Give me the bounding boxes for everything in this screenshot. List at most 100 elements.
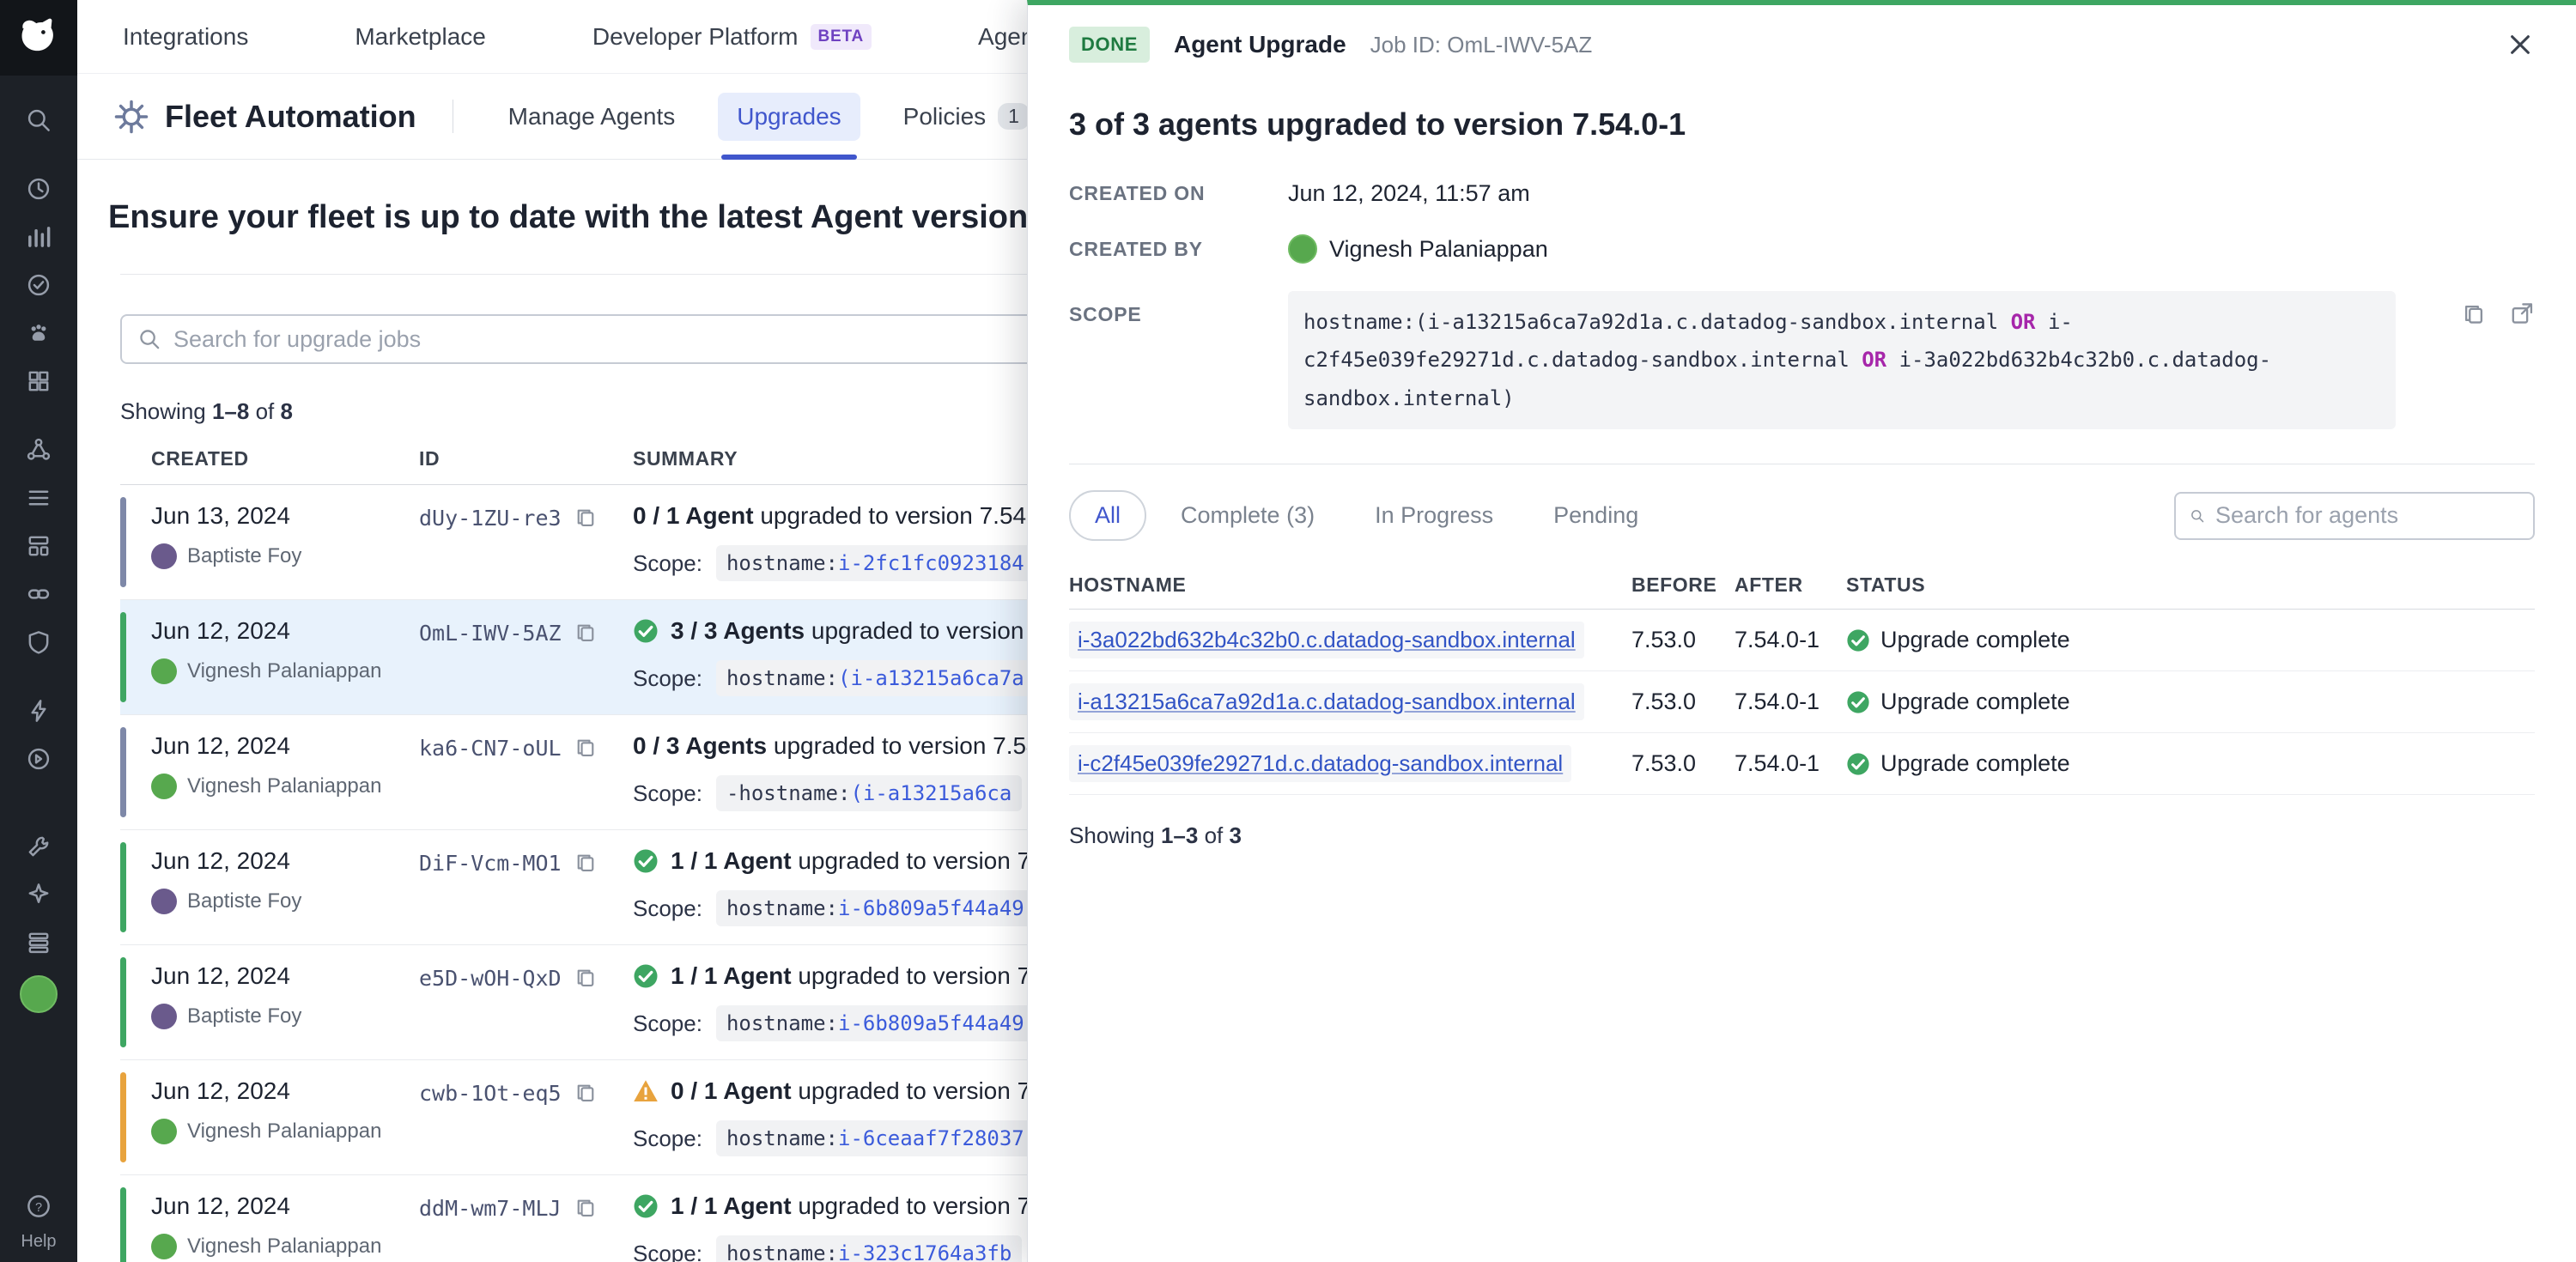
agents-search-input[interactable] xyxy=(2215,502,2519,529)
fleet-tab[interactable]: Manage Agents xyxy=(489,74,695,159)
agents-table-header: HOSTNAME BEFORE AFTER STATUS xyxy=(1069,561,2535,610)
panel-tabs: All Complete (3) In Progress Pending xyxy=(1069,490,2535,541)
ci-icon[interactable] xyxy=(20,740,58,778)
fleet-tab-label: Manage Agents xyxy=(508,103,676,130)
integrations-icon[interactable] xyxy=(20,575,58,613)
avatar xyxy=(151,1004,177,1029)
scope-label: Scope: xyxy=(633,665,702,692)
job-creator: Vignesh Palaniappan xyxy=(187,659,381,683)
fleet-tab[interactable]: Upgrades xyxy=(718,74,860,159)
agent-status: Upgrade complete xyxy=(1846,689,2535,715)
success-icon xyxy=(1846,752,1870,776)
topnav-item-label: Developer Platform xyxy=(592,23,799,51)
topnav-item[interactable]: Integrations xyxy=(123,23,248,51)
copy-icon[interactable] xyxy=(574,966,598,990)
job-status-bar xyxy=(120,957,126,1047)
job-date: Jun 12, 2024 xyxy=(151,617,419,645)
open-in-new-icon[interactable] xyxy=(2509,301,2535,327)
avatar xyxy=(1288,234,1317,264)
avatar xyxy=(151,1119,177,1144)
serverless-icon[interactable] xyxy=(20,692,58,730)
close-icon[interactable] xyxy=(2506,30,2535,59)
dashboards-icon[interactable] xyxy=(20,527,58,565)
column-created: CREATED xyxy=(151,447,419,470)
job-created-cell: Jun 12, 2024 Baptiste Foy xyxy=(151,847,419,927)
job-created-cell: Jun 12, 2024 Baptiste Foy xyxy=(151,962,419,1042)
fleet-tab-label: Upgrades xyxy=(737,103,841,130)
scope-query: hostname:i-6b809a5f44a49 xyxy=(716,890,1035,926)
job-status-bar xyxy=(120,612,126,702)
agent-after-version: 7.54.0-1 xyxy=(1735,689,1846,715)
job-date: Jun 12, 2024 xyxy=(151,847,419,875)
job-status-bar xyxy=(120,1187,126,1262)
created-on-row: CREATED ON Jun 12, 2024, 11:57 am xyxy=(1069,180,2535,207)
hostname-link[interactable]: i-c2f45e039fe29271d.c.datadog-sandbox.in… xyxy=(1069,745,1571,782)
topnav-item[interactable]: Developer Platform BETA xyxy=(592,23,872,51)
topnav-item-label: Marketplace xyxy=(355,23,486,51)
job-status-bar xyxy=(120,1072,126,1162)
panel-tab[interactable]: In Progress xyxy=(1349,490,1519,541)
job-creator: Vignesh Palaniappan xyxy=(187,774,381,798)
more-icon[interactable] xyxy=(20,924,58,962)
job-id-cell: cwb-1Ot-eq5 xyxy=(419,1077,633,1157)
search-icon[interactable] xyxy=(20,101,58,139)
copy-icon[interactable] xyxy=(574,1196,598,1220)
job-summary-text: upgraded to version 7.5 xyxy=(792,1192,1051,1219)
history-icon[interactable] xyxy=(20,170,58,208)
hostname-link[interactable]: i-3a022bd632b4c32b0.c.datadog-sandbox.in… xyxy=(1069,622,1584,658)
success-icon xyxy=(633,963,659,989)
created-by-row: CREATED BY Vignesh Palaniappan xyxy=(1069,234,2535,264)
scope-label: Scope: xyxy=(633,780,702,807)
job-status-bar xyxy=(120,842,126,932)
sidebar: ? Help xyxy=(0,0,77,1262)
agent-status: Upgrade complete xyxy=(1846,627,2535,653)
job-summary-text: upgraded to version 7.5 xyxy=(792,847,1051,874)
user-avatar[interactable] xyxy=(20,975,58,1013)
panel-tab[interactable]: Complete (3) xyxy=(1155,490,1340,541)
help-icon[interactable]: ? xyxy=(20,1187,58,1225)
warning-icon xyxy=(633,1078,659,1104)
scope-segment: OR xyxy=(1862,348,1899,372)
tab-count-badge: 1 xyxy=(998,103,1030,130)
fleet-tab-label: Policies xyxy=(903,103,986,130)
containers-icon[interactable] xyxy=(20,362,58,400)
job-summary-count: 0 / 3 Agents xyxy=(633,732,767,759)
job-summary-text: upgraded to version 7.5 xyxy=(792,1077,1051,1104)
notebooks-icon[interactable] xyxy=(20,876,58,913)
scope-query: hostname:i-2fc1fc0923184 xyxy=(716,545,1035,581)
infrastructure-icon[interactable] xyxy=(20,479,58,517)
avatar xyxy=(151,1234,177,1259)
topnav-item[interactable]: Marketplace xyxy=(355,23,486,51)
copy-icon[interactable] xyxy=(574,621,598,645)
metrics-icon[interactable] xyxy=(20,218,58,256)
agent-upgrade-panel: DONE Agent Upgrade Job ID: OmL-IWV-5AZ 3… xyxy=(1027,0,2576,1262)
column-hostname: HOSTNAME xyxy=(1069,573,1631,597)
service-map-icon[interactable] xyxy=(20,431,58,469)
success-icon xyxy=(1846,628,1870,652)
monitors-icon[interactable] xyxy=(20,266,58,304)
panel-tab[interactable]: All xyxy=(1069,490,1146,541)
job-summary-count: 1 / 1 Agent xyxy=(671,1192,792,1219)
sidebar-bottom: ? Help xyxy=(20,1182,58,1262)
job-created-cell: Jun 13, 2024 Baptiste Foy xyxy=(151,502,419,582)
job-created-cell: Jun 12, 2024 Vignesh Palaniappan xyxy=(151,732,419,812)
job-creator: Baptiste Foy xyxy=(187,889,301,913)
copy-icon[interactable] xyxy=(2461,301,2487,327)
copy-icon[interactable] xyxy=(574,736,598,760)
datadog-logo[interactable] xyxy=(0,0,77,76)
apm-icon[interactable] xyxy=(20,828,58,865)
panel-tab[interactable]: Pending xyxy=(1528,490,1664,541)
copy-icon[interactable] xyxy=(574,1081,598,1105)
watchdog-icon[interactable] xyxy=(20,314,58,352)
copy-icon[interactable] xyxy=(574,851,598,875)
copy-icon[interactable] xyxy=(574,506,598,530)
panel-job-id: Job ID: OmL-IWV-5AZ xyxy=(1370,32,1593,58)
scope-label: SCOPE xyxy=(1069,291,1288,326)
scope-query: hostname:i-6ceaaf7f28037 xyxy=(716,1120,1035,1156)
hostname-link[interactable]: i-a13215a6ca7a92d1a.c.datadog-sandbox.in… xyxy=(1069,683,1584,720)
agents-table: HOSTNAME BEFORE AFTER STATUS i-3a022bd63… xyxy=(1069,561,2535,795)
job-summary-count: 1 / 1 Agent xyxy=(671,962,792,989)
job-id-cell: DiF-Vcm-MO1 xyxy=(419,847,633,927)
security-icon[interactable] xyxy=(20,623,58,661)
fleet-tab[interactable]: Policies 1 xyxy=(884,74,1048,159)
